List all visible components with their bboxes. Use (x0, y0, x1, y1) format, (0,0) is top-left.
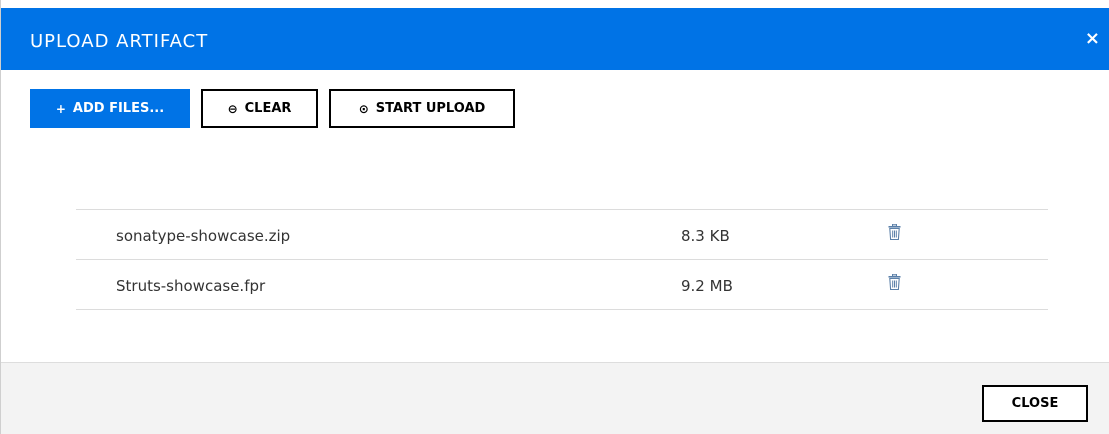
add-files-button[interactable]: + ADD FILES... (30, 89, 190, 128)
table-row: sonatype-showcase.zip 8.3 KB (76, 210, 1048, 260)
minus-circle-icon: ⊖ (227, 101, 238, 116)
file-name: Struts-showcase.fpr (116, 277, 266, 295)
start-upload-label: START UPLOAD (375, 101, 486, 116)
trash-icon[interactable] (888, 224, 901, 240)
close-icon[interactable]: × (1085, 28, 1100, 49)
upload-artifact-dialog: UPLOAD ARTIFACT × + ADD FILES... ⊖ CLEAR… (0, 0, 1109, 434)
file-size: 8.3 KB (681, 227, 730, 245)
dialog-footer: CLOSE (1, 362, 1109, 434)
file-list: sonatype-showcase.zip 8.3 KB Struts-show… (76, 209, 1048, 310)
dialog-title: UPLOAD ARTIFACT (30, 31, 209, 52)
dialog-header: UPLOAD ARTIFACT × (1, 0, 1109, 70)
clear-label: CLEAR (244, 101, 292, 116)
file-name: sonatype-showcase.zip (116, 227, 291, 245)
file-size: 9.2 MB (681, 277, 733, 295)
close-button[interactable]: CLOSE (982, 385, 1088, 422)
plus-icon: + (55, 101, 66, 116)
circle-up-icon: ⊙ (358, 101, 369, 116)
clear-button[interactable]: ⊖ CLEAR (201, 89, 318, 128)
start-upload-button[interactable]: ⊙ START UPLOAD (329, 89, 515, 128)
trash-icon[interactable] (888, 274, 901, 290)
table-row: Struts-showcase.fpr 9.2 MB (76, 260, 1048, 310)
add-files-label: ADD FILES... (72, 101, 165, 116)
